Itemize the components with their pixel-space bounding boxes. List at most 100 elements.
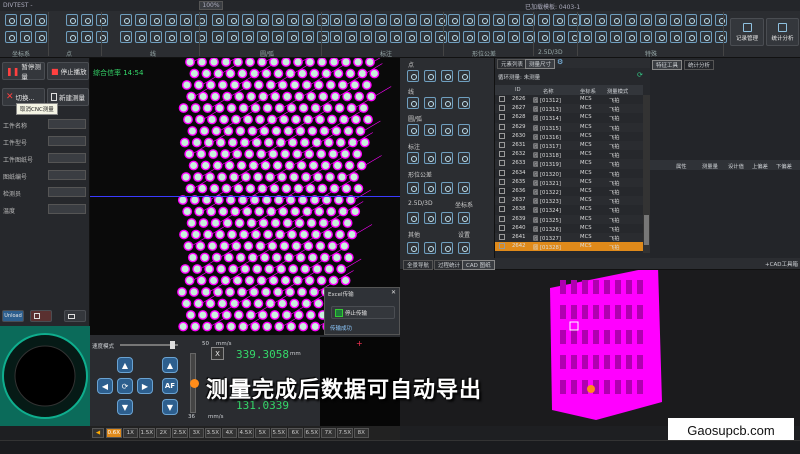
field-input-temperature[interactable] [48, 204, 86, 214]
row-checkbox[interactable] [499, 224, 505, 231]
palette-tool-icon[interactable] [424, 242, 436, 254]
speed-option[interactable]: 5.5X [271, 428, 287, 438]
tool-icon[interactable] [257, 14, 269, 26]
palette-tool-icon[interactable] [441, 212, 453, 224]
tool-icon[interactable] [257, 31, 269, 43]
tab-statistics[interactable]: 统计分析 [684, 60, 715, 70]
palette-tool-icon[interactable] [424, 212, 436, 224]
tool-icon[interactable] [81, 31, 93, 43]
row-checkbox[interactable] [499, 160, 505, 167]
row-checkbox[interactable] [499, 96, 505, 102]
table-row[interactable]: 2631 圆 [01317] MCS 飞拍 [495, 141, 643, 151]
tool-icon[interactable] [375, 14, 387, 26]
tool-icon[interactable] [655, 31, 667, 43]
tool-icon[interactable] [580, 14, 592, 26]
tool-icon[interactable] [493, 31, 505, 43]
palette-tool-icon[interactable] [458, 212, 470, 224]
tool-icon[interactable] [685, 14, 697, 26]
record-manage-button[interactable]: 记录管理 [730, 18, 764, 46]
save-button[interactable] [30, 310, 52, 322]
speed-option[interactable]: 1X [122, 428, 138, 438]
speed-option[interactable]: 4X [221, 428, 237, 438]
speed-option[interactable]: 7.5X [337, 428, 353, 438]
tool-icon[interactable] [180, 31, 192, 43]
table-row[interactable]: 2634 圆 [01320] MCS 飞拍 [495, 168, 643, 178]
palette-tool-icon[interactable] [458, 152, 470, 164]
tool-icon[interactable] [227, 14, 239, 26]
palette-tool-icon[interactable] [407, 124, 419, 136]
tool-icon[interactable] [610, 31, 622, 43]
table-row[interactable]: 2641 圆 [01327] MCS 飞拍 [495, 233, 643, 243]
tool-icon[interactable] [302, 31, 314, 43]
table-row[interactable]: 2635 圆 [01321] MCS 飞拍 [495, 177, 643, 187]
palette-tool-icon[interactable] [424, 124, 436, 136]
table-row[interactable]: 2642 圆 [01328] MCS 飞拍 [495, 242, 643, 252]
tool-icon[interactable] [242, 14, 254, 26]
speed-option[interactable]: 1.5X [139, 428, 155, 438]
tool-icon[interactable] [345, 31, 357, 43]
table-row[interactable]: 2636 圆 [01322] MCS 飞拍 [495, 187, 643, 197]
palette-tool-icon[interactable] [441, 182, 453, 194]
tool-icon[interactable] [538, 31, 550, 43]
tool-icon[interactable] [420, 14, 432, 26]
tool-icon[interactable] [435, 31, 447, 43]
tool-icon[interactable] [66, 31, 78, 43]
tool-icon[interactable] [242, 31, 254, 43]
tool-icon[interactable] [135, 14, 147, 26]
speed-option[interactable]: 4.5X [238, 428, 254, 438]
palette-tool-icon[interactable] [441, 152, 453, 164]
speed-option[interactable]: 3X [188, 428, 204, 438]
palette-tool-icon[interactable] [441, 97, 453, 109]
tool-icon[interactable] [5, 14, 17, 26]
tool-icon[interactable] [20, 31, 32, 43]
tool-icon[interactable] [568, 31, 580, 43]
tool-icon[interactable] [135, 31, 147, 43]
tool-icon[interactable] [330, 14, 342, 26]
autofocus-button[interactable]: AF [162, 378, 178, 394]
row-checkbox[interactable] [499, 178, 505, 185]
palette-tool-icon[interactable] [407, 97, 419, 109]
tool-icon[interactable] [508, 14, 520, 26]
tool-icon[interactable] [700, 14, 712, 26]
dialog-close-icon[interactable]: ✕ [391, 289, 396, 296]
tool-icon[interactable] [390, 31, 402, 43]
table-row[interactable]: 2632 圆 [01318] MCS 飞拍 [495, 150, 643, 160]
tool-icon[interactable] [448, 31, 460, 43]
tool-icon[interactable] [195, 14, 207, 26]
tool-icon[interactable] [180, 14, 192, 26]
table-row[interactable]: 2628 圆 [01314] MCS 飞拍 [495, 113, 643, 123]
tool-icon[interactable] [272, 14, 284, 26]
cad-toolbox-label[interactable]: +CAD工具箱 [765, 260, 798, 268]
tool-icon[interactable] [640, 14, 652, 26]
tool-icon[interactable] [493, 14, 505, 26]
tool-icon[interactable] [345, 14, 357, 26]
row-checkbox[interactable] [499, 123, 505, 130]
gear-icon[interactable]: ⚙ [557, 58, 563, 66]
tool-icon[interactable] [272, 31, 284, 43]
table-row[interactable]: 2639 圆 [01325] MCS 飞拍 [495, 214, 643, 224]
tool-icon[interactable] [287, 31, 299, 43]
tool-icon[interactable] [405, 31, 417, 43]
tool-icon[interactable] [405, 14, 417, 26]
speed-option[interactable]: 7X [320, 428, 336, 438]
field-input-drawing-no[interactable] [48, 153, 86, 163]
palette-tool-icon[interactable] [407, 152, 419, 164]
tool-icon[interactable] [96, 31, 108, 43]
move-left-button[interactable]: ◀ [97, 378, 113, 394]
row-checkbox[interactable] [499, 206, 505, 213]
tab-panorama[interactable]: 全景导航 [403, 260, 434, 270]
palette-tool-icon[interactable] [407, 212, 419, 224]
tool-icon[interactable] [120, 14, 132, 26]
table-row[interactable]: 2640 圆 [01326] MCS 飞拍 [495, 223, 643, 233]
row-checkbox[interactable] [499, 215, 505, 222]
home-button[interactable]: ⟳ [117, 378, 133, 394]
tool-icon[interactable] [195, 31, 207, 43]
table-row[interactable]: 2638 圆 [01324] MCS 飞拍 [495, 205, 643, 215]
unload-button[interactable]: Unload [2, 310, 24, 322]
tool-icon[interactable] [287, 14, 299, 26]
palette-tool-icon[interactable] [458, 182, 470, 194]
speed-option[interactable]: 5X [254, 428, 270, 438]
tool-icon[interactable] [448, 14, 460, 26]
tool-icon[interactable] [420, 31, 432, 43]
palette-tool-icon[interactable] [424, 152, 436, 164]
